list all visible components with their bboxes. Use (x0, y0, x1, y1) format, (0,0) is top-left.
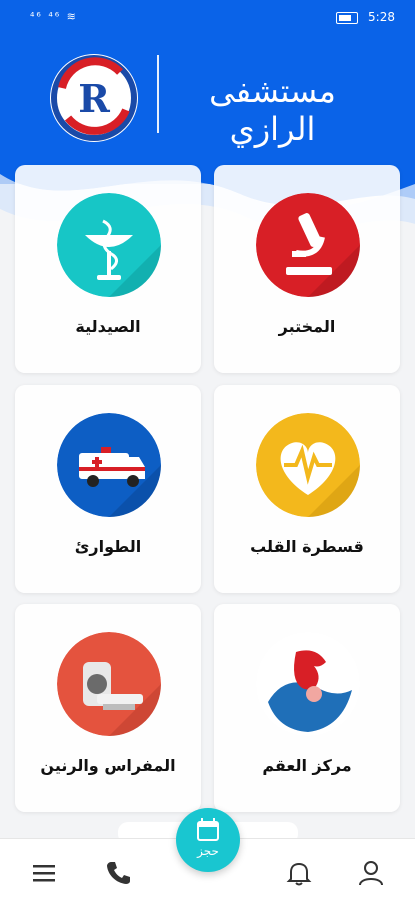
status-right: 5:28 (336, 10, 395, 24)
status-bar: ⁴⁶ ⁴⁶ ≋ 5:28 (0, 0, 415, 34)
microscope-icon (256, 193, 360, 297)
service-card-ct-mri[interactable]: المفراس والرنين (15, 604, 201, 812)
profile-icon[interactable] (357, 859, 385, 887)
service-card-pharmacy[interactable]: الصيدلية (15, 165, 201, 373)
ambulance-icon (57, 413, 161, 517)
phone-icon[interactable] (104, 859, 132, 887)
service-card-laboratory[interactable]: المختبر (214, 165, 400, 373)
booking-label: حجز (197, 844, 219, 858)
service-card-fertility-center[interactable]: مركز العقم (214, 604, 400, 812)
battery-icon (336, 11, 359, 24)
menu-icon[interactable] (30, 859, 58, 887)
header-divider (157, 55, 159, 133)
fertility-icon (256, 632, 360, 736)
service-label: الطوارئ (74, 537, 142, 556)
service-label: قسطرة القلب (250, 537, 364, 556)
status-time: 5:28 (368, 10, 395, 24)
service-card-cardiac-catheterization[interactable]: قسطرة القلب (214, 385, 400, 593)
hospital-logo: R (50, 54, 138, 142)
pharmacy-icon (57, 193, 161, 297)
bell-icon[interactable] (285, 859, 313, 887)
service-card-emergency[interactable]: الطوارئ (15, 385, 201, 593)
logo-letter: R (78, 76, 110, 121)
service-label: المفراس والرنين (40, 756, 176, 775)
heart-icon (256, 413, 360, 517)
hospital-name: مستشفى الرازي (209, 72, 336, 148)
booking-button[interactable]: حجز (176, 808, 240, 872)
scanner-icon (57, 632, 161, 736)
signal-wifi-icons: ⁴⁶ ⁴⁶ ≋ (30, 10, 78, 23)
service-label: الصيدلية (75, 317, 141, 336)
service-label: المختبر (278, 317, 336, 336)
service-label: مركز العقم (262, 756, 352, 775)
calendar-icon (197, 818, 219, 841)
